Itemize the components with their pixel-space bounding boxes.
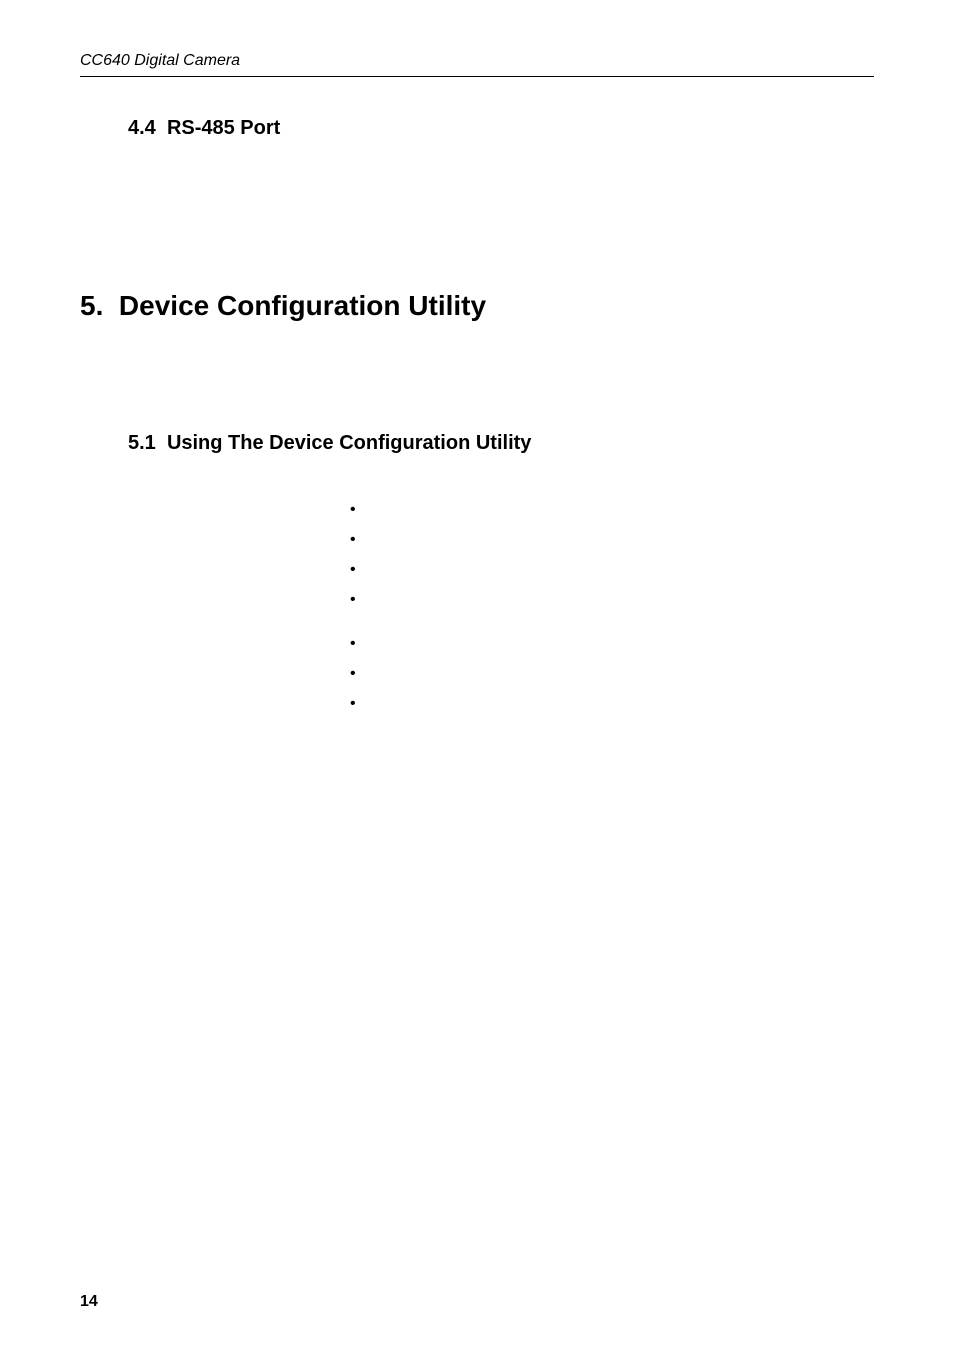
heading-number: 4.4 — [128, 117, 156, 139]
heading-title: Device Configuration Utility — [119, 290, 486, 321]
heading-title: Using The Device Configuration Utility — [167, 432, 531, 454]
list-item — [350, 659, 874, 689]
heading-5: 5. Device Configuration Utility — [80, 290, 874, 322]
page-number: 14 — [80, 1293, 98, 1311]
list-item — [350, 689, 874, 719]
page: CC640 Digital Camera 4.4 RS-485 Port 5. … — [0, 0, 954, 1351]
list-item — [350, 555, 874, 585]
heading-number: 5. — [80, 290, 103, 321]
running-head: CC640 Digital Camera — [80, 52, 874, 70]
heading-4-4: 4.4 RS-485 Port — [128, 117, 874, 140]
list-item — [350, 495, 874, 525]
list-item — [350, 585, 874, 615]
bullet-list — [350, 495, 874, 719]
list-item — [350, 629, 874, 659]
heading-5-1: 5.1 Using The Device Configuration Utili… — [128, 432, 874, 455]
heading-number: 5.1 — [128, 432, 156, 454]
header-rule — [80, 76, 874, 77]
heading-title: RS-485 Port — [167, 117, 280, 139]
list-item — [350, 525, 874, 555]
